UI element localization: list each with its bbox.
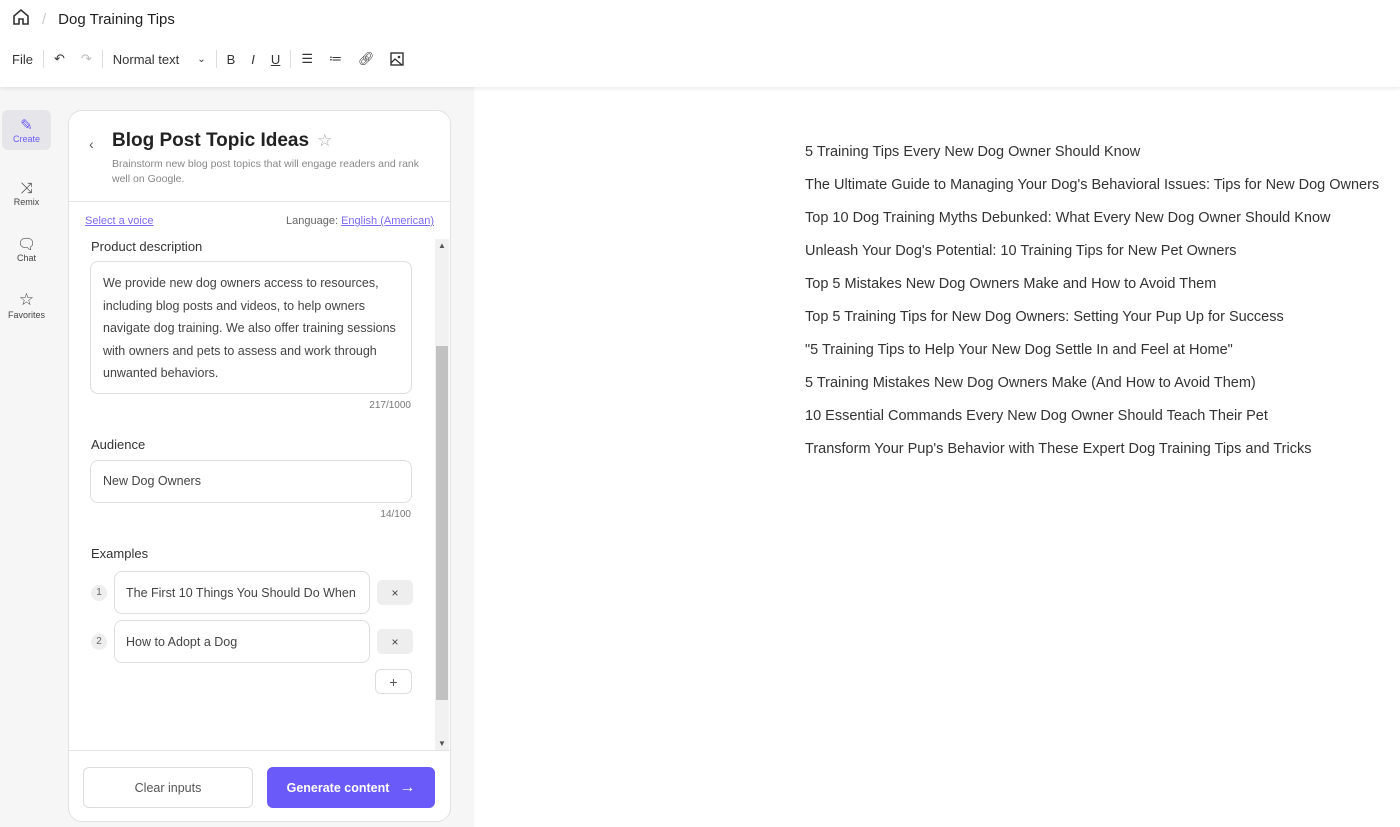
sidebar-nav: ✎ Create ⤨ Remix 🗨︎ Chat ☆ Favorites (2, 110, 51, 334)
home-icon[interactable] (12, 8, 30, 30)
toolbar: File ↶ ↷ Normal text ⌄ B I U ☰ ≔ 🔗︎ (12, 48, 412, 70)
template-panel: ‹ Blog Post Topic Ideas ☆ Brainstorm new … (68, 110, 451, 822)
result-item[interactable]: The Ultimate Guide to Managing Your Dog'… (805, 176, 1379, 209)
product-description-textarea[interactable]: We provide new dog owners access to reso… (90, 261, 412, 394)
bullet-list-icon[interactable]: ☰ (293, 48, 321, 70)
result-item[interactable]: Top 5 Training Tips for New Dog Owners: … (805, 308, 1379, 341)
star-icon: ☆ (18, 290, 35, 309)
voice-language-row: Select a voice Language: English (Americ… (85, 215, 434, 227)
result-item[interactable]: Transform Your Pup's Behavior with These… (805, 440, 1379, 473)
language-label: Language: (286, 215, 339, 227)
result-item[interactable]: "5 Training Tips to Help Your New Dog Se… (805, 341, 1379, 374)
result-item[interactable]: Top 10 Dog Training Myths Debunked: What… (805, 209, 1379, 242)
document-title[interactable]: Dog Training Tips (58, 11, 175, 28)
bold-icon[interactable]: B (219, 48, 244, 70)
result-item[interactable]: Top 5 Mistakes New Dog Owners Make and H… (805, 275, 1379, 308)
file-menu[interactable]: File (12, 48, 41, 70)
arrow-right-icon: → (399, 778, 416, 796)
divider (290, 50, 292, 68)
language-link[interactable]: English (American) (341, 215, 434, 227)
chevron-down-icon: ⌄ (197, 53, 206, 65)
panel-footer: Clear inputs Generate content → (69, 750, 450, 821)
example-number: 2 (91, 633, 107, 650)
shuffle-icon: ⤨ (20, 179, 33, 197)
nav-label: Chat (16, 253, 36, 263)
nav-label: Create (12, 134, 40, 144)
audience-input[interactable]: New Dog Owners (90, 460, 412, 503)
example-number: 1 (91, 584, 107, 601)
product-description-label: Product description (91, 239, 203, 254)
generate-content-button[interactable]: Generate content → (267, 767, 435, 808)
back-icon[interactable]: ‹ (89, 136, 94, 152)
scroll-down-icon[interactable]: ▼ (438, 739, 446, 748)
form-scroll-area: Product description We provide new dog o… (69, 239, 450, 750)
redo-icon[interactable]: ↷ (73, 48, 100, 70)
clear-inputs-button[interactable]: Clear inputs (83, 767, 253, 808)
panel-title: Blog Post Topic Ideas (112, 130, 310, 151)
panel-header: ‹ Blog Post Topic Ideas ☆ Brainstorm new … (69, 111, 450, 202)
pen-icon: ✎ (20, 117, 33, 134)
remove-example-button[interactable]: × (377, 629, 413, 654)
panel-subtitle: Brainstorm new blog post topics that wil… (112, 158, 420, 185)
divider (215, 50, 217, 68)
example-row: 1 The First 10 Things You Should Do When… (91, 571, 413, 614)
nav-create[interactable]: ✎ Create (2, 110, 51, 150)
breadcrumb: / Dog Training Tips (12, 8, 175, 30)
image-icon[interactable] (382, 48, 412, 70)
italic-icon[interactable]: I (243, 48, 263, 70)
add-example-button[interactable]: + (375, 669, 412, 694)
nav-chat[interactable]: 🗨︎ Chat (2, 222, 51, 276)
undo-icon[interactable]: ↶ (46, 48, 73, 70)
scroll-up-icon[interactable]: ▲ (438, 241, 446, 250)
product-description-count: 217/1000 (369, 400, 411, 411)
audience-label: Audience (91, 437, 146, 452)
example-row: 2 How to Adopt a Dog × (91, 620, 413, 663)
star-icon[interactable]: ☆ (317, 131, 332, 151)
scrollbar-thumb[interactable] (436, 346, 448, 700)
text-style-select[interactable]: Normal text ⌄ (105, 48, 214, 70)
result-item[interactable]: Unleash Your Dog's Potential: 10 Trainin… (805, 242, 1379, 275)
audience-count: 14/100 (380, 509, 411, 520)
examples-label: Examples (91, 546, 149, 561)
example-input[interactable]: The First 10 Things You Should Do When (114, 571, 370, 614)
remove-example-button[interactable]: × (377, 580, 413, 605)
nav-label: Remix (13, 196, 40, 207)
text-style-value: Normal text (112, 51, 180, 67)
nav-favorites[interactable]: ☆ Favorites (2, 278, 51, 332)
scrollbar[interactable]: ▲ ▼ (435, 239, 449, 750)
divider (101, 50, 103, 68)
underline-icon[interactable]: U (263, 48, 288, 70)
generate-label: Generate content (286, 780, 390, 795)
top-bar: / Dog Training Tips File ↶ ↷ Normal text… (0, 0, 1400, 87)
result-item[interactable]: 5 Training Tips Every New Dog Owner Shou… (805, 143, 1379, 176)
breadcrumb-separator: / (42, 10, 47, 28)
panel-title-row: Blog Post Topic Ideas ☆ (112, 130, 332, 152)
select-voice-link[interactable]: Select a voice (85, 215, 153, 227)
chat-icon: 🗨︎ (16, 236, 37, 253)
nav-label: Favorites (7, 310, 45, 320)
result-item[interactable]: 10 Essential Commands Every New Dog Owne… (805, 407, 1379, 440)
example-input[interactable]: How to Adopt a Dog (114, 620, 370, 663)
results-list: 5 Training Tips Every New Dog Owner Shou… (805, 143, 1379, 473)
link-icon[interactable]: 🔗︎ (350, 48, 383, 70)
clear-inputs-label: Clear inputs (134, 780, 202, 795)
nav-remix[interactable]: ⤨ Remix (2, 166, 51, 220)
result-item[interactable]: 5 Training Mistakes New Dog Owners Make … (805, 374, 1379, 407)
numbered-list-icon[interactable]: ≔ (321, 48, 350, 70)
divider (42, 50, 44, 68)
